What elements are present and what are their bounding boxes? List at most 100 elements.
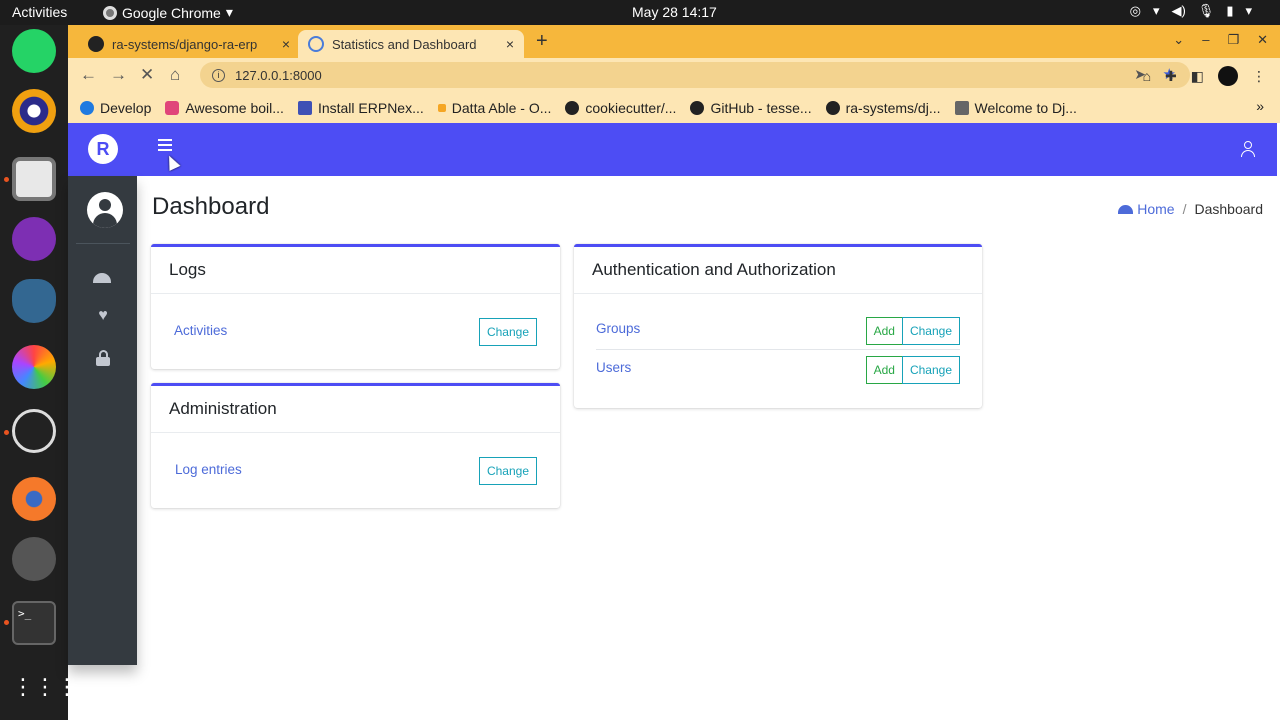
bookmark-develop[interactable]: Develop [80, 100, 151, 116]
url-text: 127.0.0.1:8000 [235, 67, 322, 83]
browser-app-icon[interactable] [12, 89, 56, 133]
new-tab-button[interactable]: + [536, 30, 548, 53]
system-top-bar: Activities Google Chrome ▾ May 28 14:17 … [0, 0, 1280, 25]
running-indicator [4, 620, 9, 625]
card-title: Authentication and Authorization [574, 247, 982, 294]
add-button[interactable]: Add [865, 317, 903, 345]
change-button[interactable]: Change [901, 317, 960, 345]
maximize-icon[interactable]: ❐ [1227, 32, 1239, 48]
tab-title: ra-systems/django-ra-erp [112, 36, 258, 52]
activities-link[interactable]: Activities [174, 323, 227, 338]
kebab-menu-icon[interactable]: ⋮ [1252, 68, 1266, 85]
more-bookmarks-button[interactable]: » [1256, 98, 1264, 114]
address-bar[interactable]: i 127.0.0.1:8000 ➤ ★ [200, 62, 1190, 88]
back-icon[interactable]: ← [80, 65, 97, 85]
clock[interactable]: May 28 14:17 [632, 4, 717, 20]
breadcrumb-home-link[interactable]: Home [1118, 201, 1175, 217]
bookmark-label: Welcome to Dj... [974, 99, 1077, 116]
github-icon [825, 100, 840, 115]
minimize-icon[interactable]: – [1202, 32, 1209, 48]
add-button[interactable]: Add [865, 356, 903, 384]
bookmark-datta-able[interactable]: Datta Able - O... [437, 99, 552, 116]
bookmark-label: Install ERPNex... [317, 99, 424, 116]
close-tab-icon[interactable]: × [282, 36, 290, 52]
microphone-icon: 🎙 [1197, 3, 1215, 18]
app-logo[interactable]: R [88, 134, 118, 164]
chrome-icon [103, 5, 117, 20]
gimp-icon[interactable] [12, 537, 56, 581]
app-menu[interactable]: Google Chrome ▾ [103, 4, 233, 21]
bookmark-github-tesse[interactable]: GitHub - tesse... [690, 100, 812, 116]
card-logs: Logs Activities Change [151, 244, 560, 369]
close-tab-icon[interactable]: × [506, 36, 514, 52]
power-menu-icon: ▾ [1245, 3, 1252, 18]
change-button[interactable]: Change [901, 356, 960, 384]
log-entries-link[interactable]: Log entries [175, 462, 242, 477]
loading-icon [308, 36, 324, 52]
colorful-app-icon[interactable] [12, 345, 56, 389]
heartbeat-icon: ♥ [98, 307, 108, 324]
bookmark-cookiecutter[interactable]: cookiecutter/... [565, 100, 676, 116]
bookmark-ra-systems[interactable]: ra-systems/dj... [825, 99, 941, 116]
user-icon[interactable] [1241, 141, 1255, 158]
whatsapp-icon[interactable] [12, 29, 56, 73]
browser-toolbar: ← → ✕ ⌂ i 127.0.0.1:8000 ➤ ★ ⌂ ✚ ◧ ⋮ [68, 58, 1280, 92]
extension-icon[interactable]: ⌂ [1143, 68, 1151, 84]
breadcrumb-separator: / [1182, 201, 1187, 217]
sidebar-item-activity[interactable]: ♥ [93, 307, 113, 327]
tab-statistics-dashboard[interactable]: Statistics and Dashboard × [298, 30, 524, 58]
dashboard-gauge-icon [93, 273, 111, 283]
extensions-area: ⌂ ✚ ◧ ⋮ [1143, 66, 1266, 86]
page-title: Dashboard [152, 193, 270, 220]
postgresql-elephant-icon[interactable] [12, 279, 56, 323]
sidebar-item-auth[interactable] [93, 348, 113, 368]
tab-title: Statistics and Dashboard [332, 36, 477, 52]
card-title: Logs [151, 247, 560, 294]
breadcrumb-home-label: Home [1137, 201, 1175, 217]
bookmark-label: Datta Able - O... [451, 99, 552, 116]
bookmark-label: ra-systems/dj... [845, 99, 941, 116]
show-applications-icon[interactable]: ⋮⋮⋮ [12, 665, 78, 709]
site-info-icon[interactable]: i [212, 68, 225, 82]
bookmark-label: Awesome boil... [185, 99, 284, 116]
app-menu-label: Google Chrome [122, 4, 221, 21]
sidebar: ♥ [68, 176, 137, 665]
bookmark-label: Develop [100, 99, 152, 116]
files-icon[interactable] [12, 157, 56, 201]
tab-search-icon[interactable]: ⌄ [1173, 32, 1184, 48]
card-authentication-authorization: Authentication and Authorization Groups … [574, 244, 982, 408]
activities-button[interactable]: Activities [12, 4, 67, 20]
bookmark-erpnext[interactable]: Install ERPNex... [297, 99, 424, 116]
change-button[interactable]: Change [478, 457, 537, 485]
podcast-app-icon[interactable] [12, 217, 56, 261]
blender-icon[interactable] [12, 477, 56, 521]
network-icon: ◎ [1129, 3, 1141, 18]
close-window-icon[interactable]: ✕ [1257, 32, 1268, 48]
spark-icon [437, 103, 446, 112]
side-panel-icon[interactable]: ◧ [1191, 68, 1204, 85]
bookmark-awesome[interactable]: Awesome boil... [165, 100, 284, 116]
breadcrumb: Home / Dashboard [1118, 201, 1263, 217]
profile-avatar[interactable] [1218, 66, 1238, 86]
system-tray[interactable]: ◎ ▾ ◀) 🎙 ▮ ▾ [1130, 3, 1252, 19]
running-indicator [4, 430, 9, 435]
bookmark-welcome-django[interactable]: Welcome to Dj... [954, 99, 1077, 116]
hamburger-menu-icon[interactable] [158, 139, 172, 154]
card-row-log-entries: Log entries Change [175, 454, 537, 492]
tab-django-ra-erp[interactable]: ra-systems/django-ra-erp × [78, 30, 300, 58]
obs-studio-icon[interactable] [12, 409, 56, 453]
sidebar-item-dashboard[interactable] [93, 268, 113, 288]
user-avatar[interactable] [87, 192, 123, 228]
globe-icon [80, 100, 94, 115]
forward-icon[interactable]: → [110, 65, 127, 85]
home-icon[interactable]: ⌂ [170, 65, 180, 85]
users-link[interactable]: Users [596, 360, 631, 375]
puzzle-icon[interactable]: ✚ [1165, 68, 1177, 85]
chevron-down-icon: ▾ [225, 4, 233, 20]
terminal-icon[interactable]: >_ [12, 601, 56, 645]
change-button[interactable]: Change [478, 318, 537, 346]
stop-loading-icon[interactable]: ✕ [140, 65, 154, 85]
groups-link[interactable]: Groups [596, 321, 640, 336]
breadcrumb-current: Dashboard [1194, 201, 1264, 217]
erpnext-icon [297, 100, 312, 115]
